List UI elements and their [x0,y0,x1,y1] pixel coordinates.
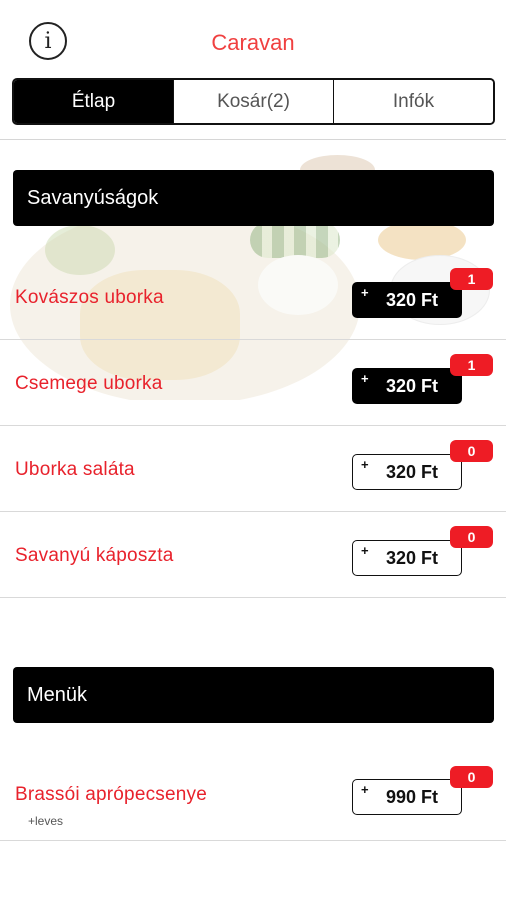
cart-count-badge: 0 [450,526,493,548]
plus-icon: + [361,457,369,472]
price-label: 320 Ft [385,375,439,396]
cart-count-badge: 0 [450,766,493,788]
menu-item[interactable]: Uborka saláta + 320 Ft 0 [0,426,506,512]
tab-kosar[interactable]: Kosár(2) [173,80,333,123]
add-to-cart-button[interactable]: + 990 Ft [352,779,462,815]
add-to-cart-button[interactable]: + 320 Ft [352,282,462,318]
cart-count-badge: 0 [450,440,493,462]
item-name[interactable]: Kovászos uborka [15,287,164,309]
add-to-cart-button[interactable]: + 320 Ft [352,454,462,490]
item-name[interactable]: Savanyú káposzta [15,545,173,567]
section-header-menuk: Menük [13,667,494,723]
item-name[interactable]: Uborka saláta [15,459,135,481]
tab-etlap[interactable]: Étlap [14,80,173,123]
add-to-cart-button[interactable]: + 320 Ft [352,368,462,404]
section-title: Savanyúságok [27,186,159,209]
item-name[interactable]: Csemege uborka [15,373,163,395]
header-divider [0,139,506,140]
price-label: 320 Ft [385,289,439,310]
app-header: i Caravan [0,0,506,78]
price-label: 990 Ft [385,786,439,807]
section-header-savanyusagok: Savanyúságok [13,170,494,226]
plus-icon: + [361,371,369,386]
menu-item[interactable]: Savanyú káposzta + 320 Ft 0 [0,512,506,598]
tab-bar: Étlap Kosár(2) Infók [12,78,495,125]
add-to-cart-button[interactable]: + 320 Ft [352,540,462,576]
section-title: Menük [27,683,88,706]
menu-item[interactable]: Csemege uborka + 320 Ft 1 [0,340,506,426]
tab-infok[interactable]: Infók [333,80,493,123]
menu-item[interactable]: Brassói aprópecsenye +leves + 990 Ft 0 [0,755,506,841]
app-title: Caravan [211,30,295,55]
price-label: 320 Ft [385,547,439,568]
price-label: 320 Ft [385,461,439,482]
menu-item[interactable]: Kovászos uborka + 320 Ft 1 [0,254,506,340]
item-name[interactable]: Brassói aprópecsenye [15,784,207,806]
plus-icon: + [361,285,369,300]
cart-count-badge: 1 [450,268,493,290]
item-subtitle: +leves [28,814,64,828]
plus-icon: + [361,782,369,797]
plus-icon: + [361,543,369,558]
cart-count-badge: 1 [450,354,493,376]
